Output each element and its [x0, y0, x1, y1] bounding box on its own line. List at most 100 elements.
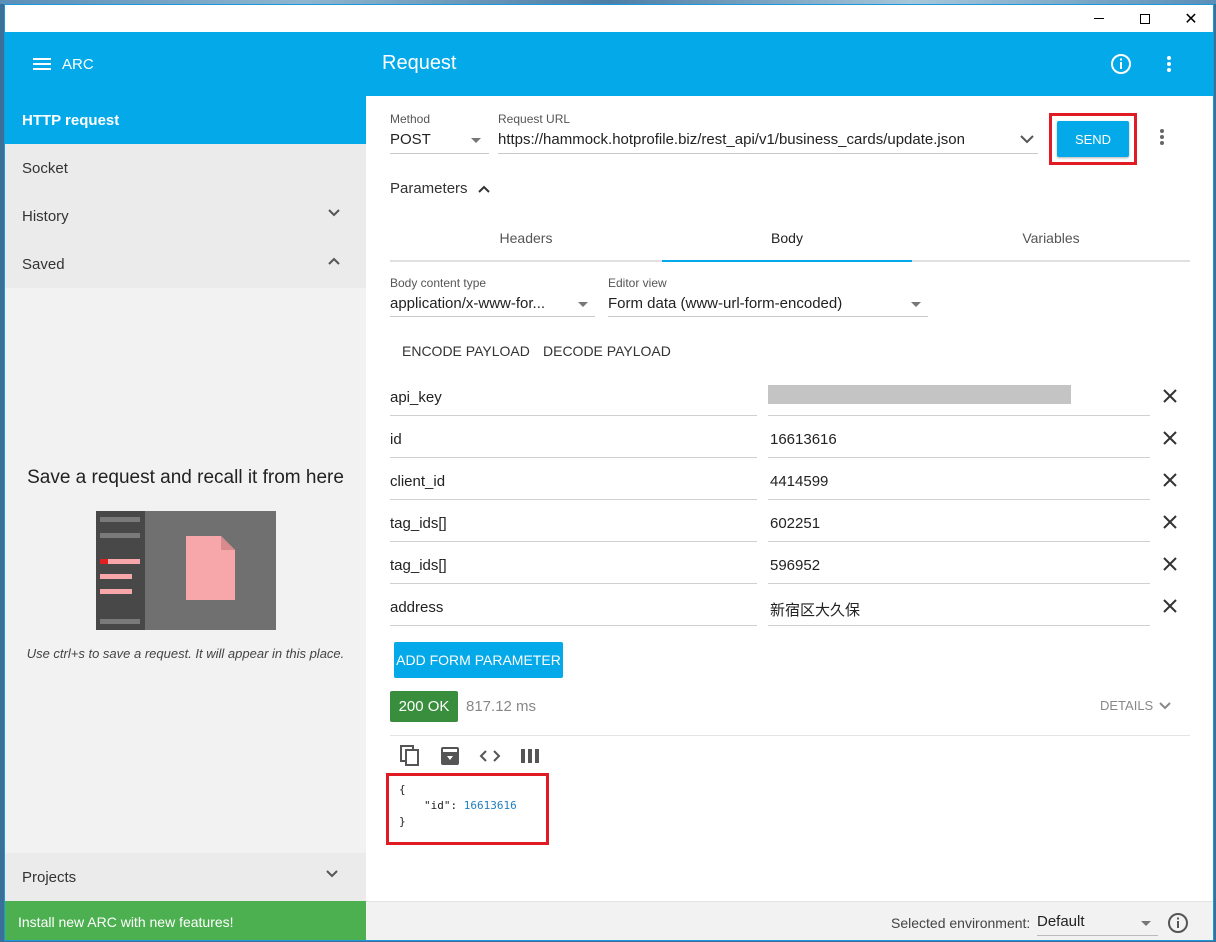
form-param-row: client_id 4414599	[390, 461, 1190, 503]
param-value-input[interactable]: 602251	[770, 515, 820, 532]
more-vert-icon[interactable]	[1157, 52, 1181, 76]
sidebar-item-http-request[interactable]: HTTP request	[5, 96, 366, 144]
editor-view-label: Editor view	[608, 276, 667, 290]
tab-body[interactable]: Body	[662, 216, 912, 260]
close-icon: ✕	[1184, 8, 1198, 28]
dropdown-arrow-icon	[1141, 921, 1151, 926]
chevron-up-icon	[477, 185, 490, 193]
main-panel: Request Method POST Request URL https://…	[366, 32, 1213, 940]
url-input[interactable]: https://hammock.hotprofile.biz/rest_api/…	[498, 131, 965, 148]
form-param-row: tag_ids[] 602251	[390, 503, 1190, 545]
details-label: DETAILS	[1100, 698, 1154, 713]
param-value-input[interactable]: 4414599	[770, 473, 828, 490]
close-icon[interactable]	[1161, 429, 1179, 447]
param-name-input[interactable]: tag_ids[]	[390, 557, 447, 574]
param-name-input[interactable]: api_key	[390, 389, 442, 406]
sidebar-item-label: Socket	[22, 159, 68, 177]
sidebar-item-label: Saved	[22, 255, 65, 273]
param-value-input[interactable]: 596952	[770, 557, 820, 574]
dropdown-arrow-icon	[911, 302, 921, 307]
page-title: Request	[382, 52, 457, 74]
code-icon[interactable]	[478, 744, 502, 768]
json-brace: {	[399, 783, 406, 796]
sidebar-item-label: History	[22, 207, 69, 225]
dropdown-arrow-icon	[578, 302, 588, 307]
param-name-input[interactable]: client_id	[390, 473, 445, 490]
encode-payload-button[interactable]: ENCODE PAYLOAD	[402, 343, 530, 359]
title-bar: ✕	[5, 5, 1213, 32]
saved-empty-hint: Use ctrl+s to save a request. It will ap…	[26, 646, 345, 661]
close-icon[interactable]	[1161, 513, 1179, 531]
more-vert-icon[interactable]	[1159, 128, 1165, 146]
info-icon[interactable]	[1167, 912, 1189, 934]
response-body: { "id": 16613616 }	[386, 773, 549, 845]
chevron-up-icon	[328, 257, 340, 267]
close-window-button[interactable]: ✕	[1168, 5, 1213, 32]
send-highlight: SEND	[1049, 113, 1137, 165]
request-tabs: Headers Body Variables	[390, 216, 1190, 262]
details-toggle[interactable]: DETAILS	[1100, 698, 1171, 713]
chevron-down-icon	[326, 870, 338, 878]
menu-icon[interactable]	[33, 57, 51, 71]
json-key: "id":	[424, 799, 458, 812]
response-time: 817.12 ms	[466, 698, 537, 715]
param-name-input[interactable]: id	[390, 431, 402, 448]
send-button[interactable]: SEND	[1057, 121, 1129, 157]
close-icon[interactable]	[1161, 597, 1179, 615]
close-icon[interactable]	[1161, 471, 1179, 489]
json-value: 16613616	[463, 799, 517, 812]
install-banner[interactable]: Install new ARC with new features!	[5, 901, 366, 940]
sidebar-item-label: HTTP request	[22, 111, 120, 129]
sidebar-item-projects[interactable]: Projects	[5, 853, 366, 901]
saved-illustration	[96, 511, 276, 630]
tab-indicator	[662, 260, 912, 262]
document-icon	[186, 536, 235, 600]
columns-icon[interactable]	[518, 744, 542, 768]
form-param-row: tag_ids[] 596952	[390, 545, 1190, 587]
copy-icon[interactable]	[398, 744, 422, 768]
info-icon[interactable]	[1109, 52, 1133, 76]
main-header: Request	[366, 32, 1213, 96]
redacted-value	[768, 385, 1071, 404]
add-form-parameter-button[interactable]: ADD FORM PARAMETER	[394, 642, 563, 678]
body-content-type-label: Body content type	[390, 276, 487, 290]
param-name-input[interactable]: tag_ids[]	[390, 515, 447, 532]
sidebar-item-label: Projects	[22, 868, 77, 886]
form-param-row: id 16613616	[390, 419, 1190, 461]
sidebar-item-history[interactable]: History	[5, 192, 366, 240]
close-icon[interactable]	[1161, 555, 1179, 573]
sidebar-header: ARC	[5, 32, 366, 96]
json-line: "id": 16613616	[424, 799, 517, 812]
save-response-icon[interactable]	[438, 744, 462, 768]
editor-view-select[interactable]: Form data (www-url-form-encoded)	[608, 295, 842, 312]
dropdown-arrow-icon	[471, 138, 481, 143]
param-name-input[interactable]: address	[390, 599, 443, 616]
status-badge: 200 OK	[390, 691, 458, 722]
param-value-input[interactable]: 新宿区大久保	[770, 599, 860, 620]
sidebar-item-saved[interactable]: Saved	[5, 240, 366, 288]
install-banner-text: Install new ARC with new features!	[18, 913, 234, 930]
url-label: Request URL	[498, 112, 571, 126]
status-bar: Selected environment: Default	[366, 901, 1213, 940]
tab-variables[interactable]: Variables	[912, 216, 1190, 260]
chevron-down-icon	[328, 209, 340, 219]
sidebar-item-socket[interactable]: Socket	[5, 144, 366, 192]
app-name: ARC	[62, 55, 94, 73]
minimize-button[interactable]	[1076, 5, 1122, 32]
environment-select[interactable]: Default	[1037, 913, 1085, 930]
parameters-toggle[interactable]: Parameters	[390, 180, 490, 197]
tab-headers[interactable]: Headers	[390, 216, 662, 260]
chevron-down-icon	[1159, 701, 1171, 710]
saved-empty-state: Save a request and recall it from here U…	[5, 288, 366, 853]
method-select[interactable]: POST	[390, 131, 431, 148]
maximize-button[interactable]	[1122, 5, 1168, 32]
body-content-type-select[interactable]: application/x-www-for...	[390, 295, 545, 312]
chevron-down-icon[interactable]	[1020, 135, 1034, 144]
form-param-row: address 新宿区大久保	[390, 587, 1190, 629]
close-icon[interactable]	[1161, 387, 1179, 405]
method-label: Method	[390, 112, 431, 126]
decode-payload-button[interactable]: DECODE PAYLOAD	[543, 343, 671, 359]
environment-label: Selected environment:	[891, 915, 1031, 931]
param-value-input[interactable]: 16613616	[770, 431, 837, 448]
sidebar: ARC HTTP request Socket History Saved Sa…	[5, 32, 366, 940]
